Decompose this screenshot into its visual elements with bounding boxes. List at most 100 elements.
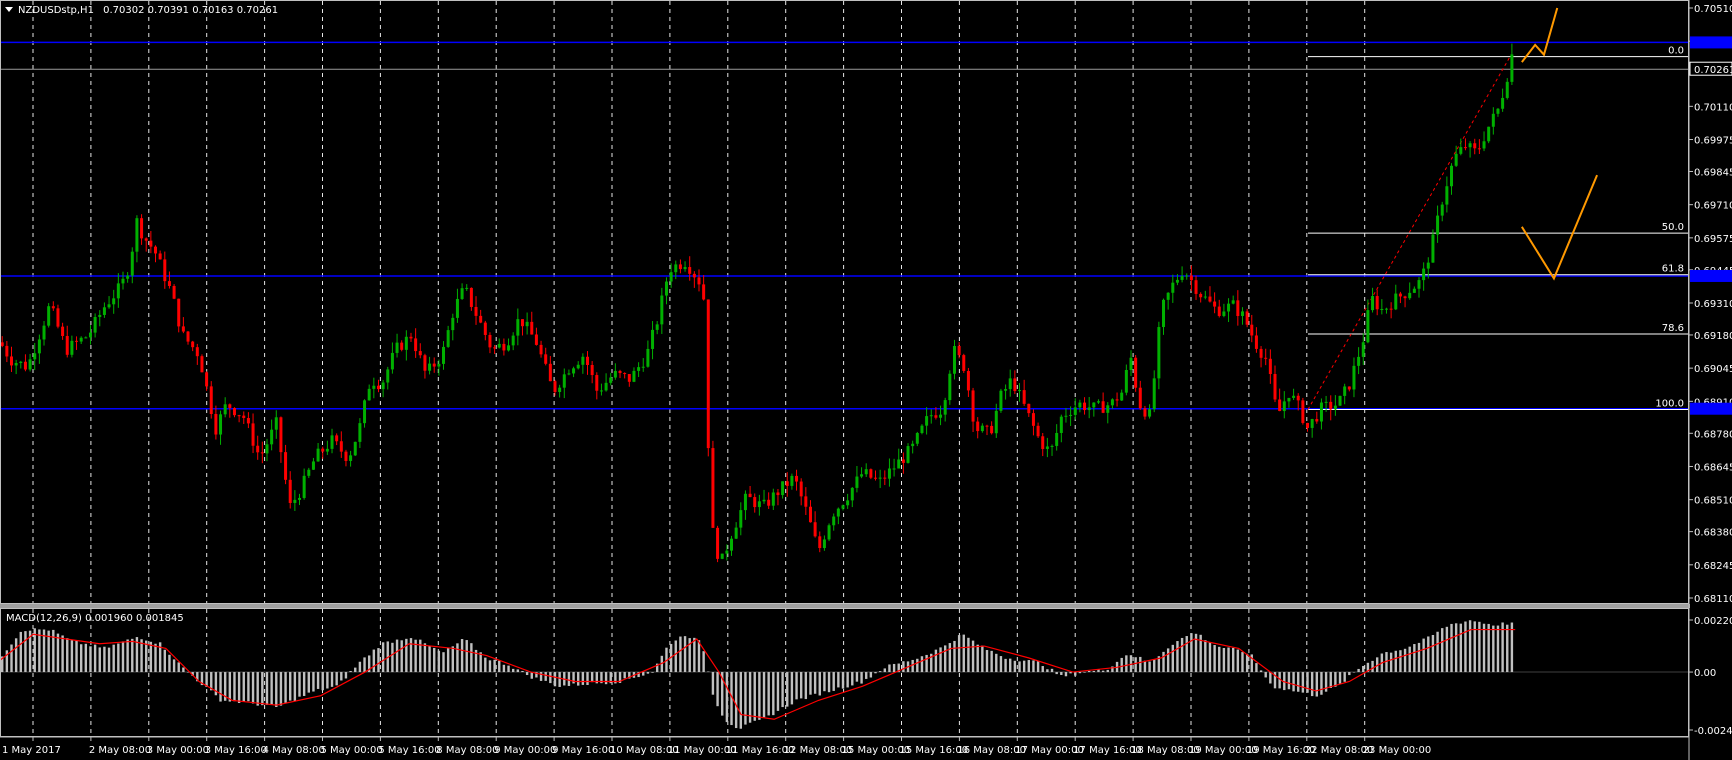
price-label: 0.68780	[1694, 429, 1732, 440]
macd-histogram-bar	[1389, 652, 1393, 673]
candle-body	[990, 425, 994, 434]
macd-histogram-bar	[1399, 650, 1402, 673]
candle-body	[428, 363, 432, 371]
candle-body	[651, 329, 655, 349]
candle-body	[409, 336, 413, 339]
candle-body	[205, 372, 209, 387]
level-price-tag	[1690, 36, 1732, 49]
macd-histogram-bar	[646, 672, 650, 674]
macd-histogram-bar	[52, 629, 55, 673]
macd-histogram-bar	[154, 643, 157, 673]
candle-body	[1138, 387, 1142, 409]
macd-histogram-bar	[888, 664, 891, 673]
candle-body	[140, 218, 144, 239]
candle-body	[943, 400, 947, 415]
candle-body	[367, 388, 371, 401]
candle-body	[84, 337, 88, 339]
candle-body	[502, 343, 506, 351]
candle-body	[599, 390, 603, 392]
macd-histogram-bar	[1148, 661, 1151, 673]
candle-body	[149, 240, 153, 247]
candle-body	[455, 298, 459, 318]
candle-body	[363, 400, 367, 424]
candle-body	[265, 444, 269, 454]
macd-histogram-bar	[702, 651, 705, 673]
price-chart[interactable]: 0.0 50.0 61.8 78.6 100.0 NZDUSDstp,H1 0.7030…	[0, 0, 1732, 760]
macd-histogram-bar	[182, 667, 185, 673]
macd-histogram-bar	[1436, 631, 1439, 673]
candle-body	[381, 382, 385, 390]
candle-body	[641, 366, 645, 368]
candle-body	[1213, 301, 1217, 307]
candle-body	[1264, 357, 1268, 359]
symbol-name: NZDUSDstp,H1	[18, 5, 94, 16]
macd-histogram-bar	[865, 672, 868, 679]
candle-body	[316, 448, 320, 462]
candle-body	[1310, 419, 1314, 428]
candle-body	[1185, 275, 1189, 277]
time-label: 3 May 16:00	[205, 745, 267, 756]
candle-body	[781, 481, 785, 496]
macd-histogram-bar	[832, 672, 835, 691]
candle-body	[632, 370, 636, 382]
candle-body	[567, 373, 571, 375]
macd-histogram-bar	[753, 672, 756, 721]
candle-body	[1380, 308, 1384, 310]
macd-histogram-bar	[1227, 647, 1230, 673]
candle-body	[93, 317, 97, 333]
candle-body	[1208, 296, 1212, 302]
candle-body	[1394, 293, 1398, 310]
pane-divider[interactable]	[0, 604, 1690, 608]
macd-histogram-bar	[326, 672, 329, 689]
candle-body	[1106, 405, 1110, 413]
candle-body	[1129, 357, 1133, 370]
macd-histogram-bar	[1013, 660, 1017, 673]
macd-histogram-bar	[1074, 672, 1077, 676]
candle-body	[14, 363, 18, 366]
time-label: 9 May 16:00	[552, 745, 614, 756]
time-label: 3 May 00:00	[147, 745, 209, 756]
macd-histogram-bar	[1427, 636, 1430, 673]
candle-body	[516, 319, 520, 336]
candle-body	[1064, 415, 1068, 417]
candle-body	[1306, 422, 1310, 428]
candle-body	[483, 322, 487, 335]
candle-body	[1412, 288, 1416, 293]
macd-histogram-bar	[878, 671, 882, 673]
macd-histogram-bar	[590, 672, 594, 683]
candle-body	[330, 435, 334, 449]
candle-body	[112, 298, 116, 305]
candle-body	[757, 501, 761, 508]
macd-histogram-bar	[1357, 668, 1360, 673]
macd-histogram-bar	[530, 672, 533, 679]
candle-body	[1059, 416, 1063, 433]
candle-body	[1194, 280, 1198, 294]
candle-body	[404, 336, 408, 350]
candle-body	[637, 367, 641, 371]
candle-body	[790, 475, 794, 486]
macd-histogram-bar	[1348, 672, 1351, 676]
macd-histogram-bar	[168, 654, 171, 673]
candle-body	[511, 335, 515, 346]
macd-histogram-bar	[651, 672, 654, 673]
candle-body	[437, 363, 441, 367]
macd-histogram-bar	[1343, 672, 1346, 682]
candle-body	[1296, 395, 1300, 401]
macd-histogram-bar	[14, 638, 18, 673]
macd-histogram-bar	[107, 647, 111, 673]
macd-histogram-bar	[126, 639, 129, 673]
candle-body	[1162, 299, 1166, 328]
candle-body	[432, 363, 436, 367]
macd-histogram-bar	[674, 640, 677, 673]
candle-body	[451, 317, 455, 331]
macd-histogram-bar	[1287, 672, 1291, 690]
macd-histogram-bar	[1101, 670, 1105, 673]
candle-body	[493, 347, 497, 349]
macd-histogram-bar	[442, 652, 445, 673]
candle-body	[939, 414, 943, 418]
macd-histogram-bar	[289, 672, 292, 701]
macd-histogram-bar	[247, 672, 250, 702]
candle-body	[618, 370, 622, 374]
candle-body	[590, 364, 594, 376]
candle-body	[400, 342, 404, 350]
